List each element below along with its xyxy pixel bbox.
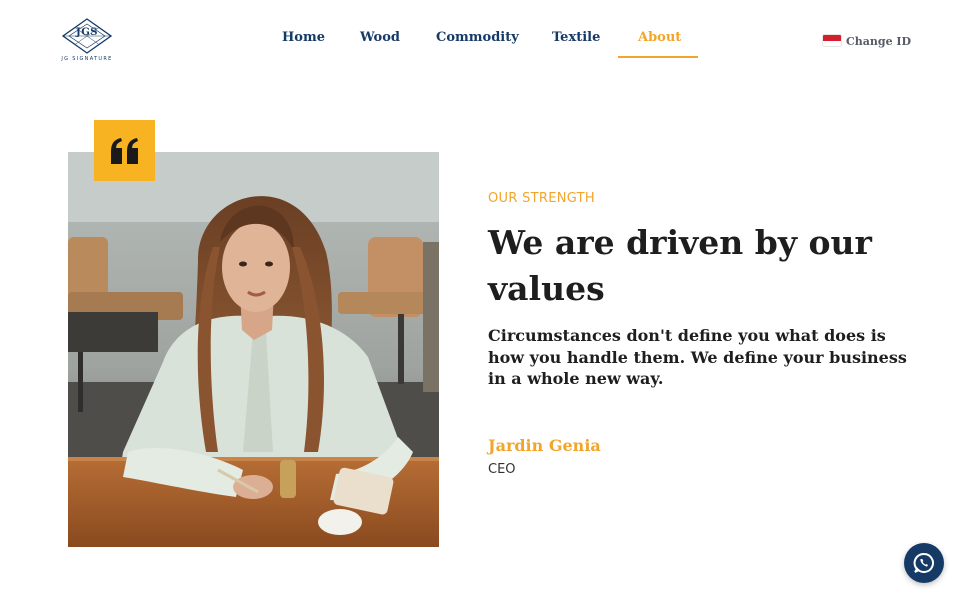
nav-item-wood[interactable]: Wood bbox=[360, 30, 400, 45]
nav-item-about[interactable]: About bbox=[638, 30, 681, 45]
person-name: Jardin Genia bbox=[488, 436, 601, 455]
active-nav-indicator bbox=[618, 56, 698, 58]
indonesia-flag-icon bbox=[823, 35, 841, 46]
section-headline: We are driven by our values bbox=[488, 223, 872, 308]
language-label: Change ID bbox=[846, 35, 912, 48]
person-role: CEO bbox=[488, 462, 516, 477]
whatsapp-chat-button[interactable] bbox=[904, 543, 944, 583]
nav-item-textile[interactable]: Textile bbox=[552, 30, 600, 45]
quote-badge bbox=[94, 120, 155, 181]
nav-item-home[interactable]: Home bbox=[282, 30, 325, 45]
whatsapp-icon bbox=[913, 553, 934, 573]
nav-item-commodity[interactable]: Commodity bbox=[436, 30, 519, 45]
quote-icon bbox=[110, 137, 138, 164]
section-body: Circumstances don't define you what does… bbox=[488, 326, 907, 388]
ceo-photo bbox=[68, 152, 439, 547]
main-nav: Home Wood Commodity Textile About bbox=[0, 30, 960, 60]
section-eyebrow: OUR STRENGTH bbox=[488, 191, 596, 206]
